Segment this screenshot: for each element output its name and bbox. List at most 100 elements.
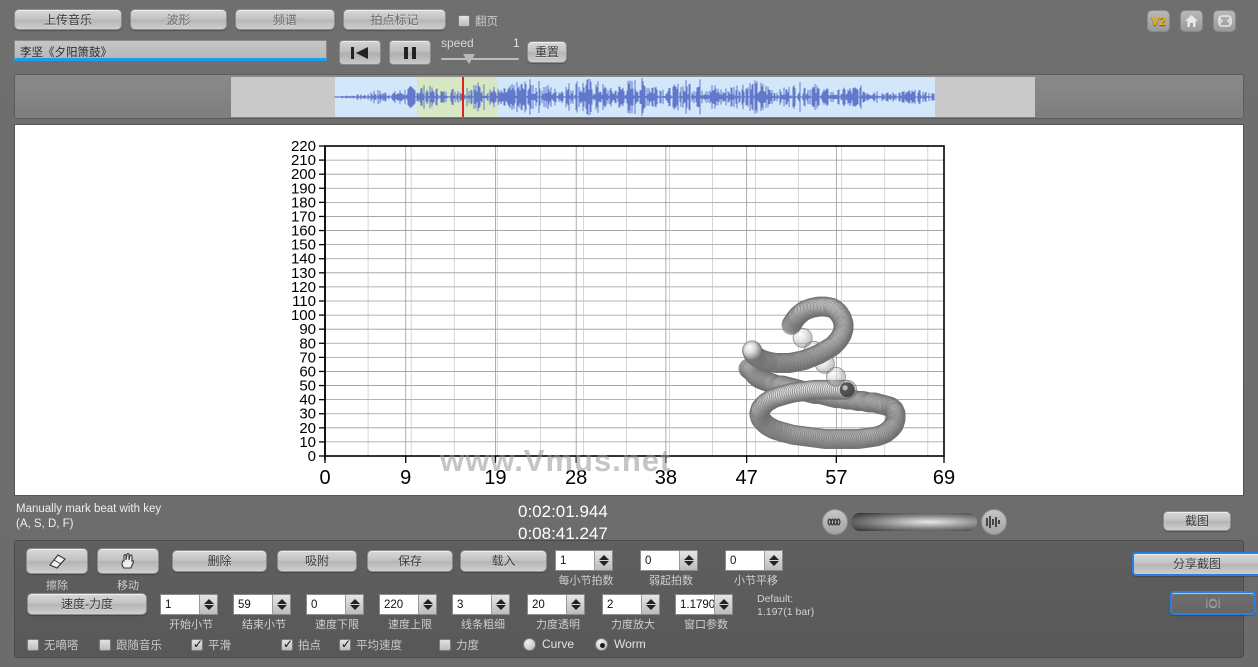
playhead-cursor[interactable] bbox=[462, 77, 464, 117]
svg-text:57: 57 bbox=[825, 467, 847, 489]
curve-radio[interactable]: Curve bbox=[523, 637, 574, 651]
checkbox-box[interactable] bbox=[191, 639, 203, 651]
rewind-button[interactable] bbox=[339, 40, 381, 65]
screen-icon bbox=[1217, 14, 1233, 28]
spinner-end-bar[interactable]: 59 结束小节 bbox=[233, 594, 295, 632]
spinner-bar-shift[interactable]: 0 小节平移 bbox=[725, 550, 787, 588]
spinner-arrows[interactable] bbox=[566, 595, 584, 614]
options-row: 无嘀嗒 跟随音乐 平滑 拍点 平均速度 力度 bbox=[27, 637, 1227, 655]
version-badge[interactable]: V2 bbox=[1147, 10, 1170, 32]
volume-low-icon[interactable] bbox=[822, 509, 848, 535]
spinner-value[interactable]: 1.1790 bbox=[675, 594, 733, 615]
spinner-window-param[interactable]: 1.1790 窗口参数 bbox=[675, 594, 737, 632]
spectrum-button[interactable]: 频谱 bbox=[235, 9, 335, 30]
radio-dot[interactable] bbox=[595, 638, 608, 651]
spinner-speed-min[interactable]: 0 速度下限 bbox=[306, 594, 368, 632]
beat-points-checkbox[interactable]: 拍点 bbox=[281, 637, 321, 653]
status-hint: Manually mark beat with key (A, S, D, F) bbox=[16, 502, 161, 532]
checkbox-box[interactable] bbox=[439, 639, 451, 651]
svg-text:47: 47 bbox=[736, 467, 758, 489]
reset-button[interactable]: 重置 bbox=[527, 41, 567, 63]
bottom-toolbar: 擦除 移动 删除 吸附 保存 载入 速度-力度 1 每小节拍数 0 弱起拍数 0 bbox=[14, 540, 1244, 658]
spinner-pickup-beats[interactable]: 0 弱起拍数 bbox=[640, 550, 702, 588]
follow-music-checkbox[interactable]: 跟随音乐 bbox=[99, 637, 162, 653]
spinner-arrows[interactable] bbox=[491, 595, 509, 614]
volume-control[interactable] bbox=[822, 509, 1007, 535]
svg-text:28: 28 bbox=[565, 467, 587, 489]
spinner-value[interactable]: 1 bbox=[555, 550, 613, 571]
snap-button[interactable]: 吸附 bbox=[277, 550, 357, 572]
spinner-arrows[interactable] bbox=[714, 595, 732, 614]
svg-text:220: 220 bbox=[291, 138, 316, 155]
spinner-value[interactable]: 59 bbox=[233, 594, 291, 615]
spinner-line-width[interactable]: 3 线条粗细 bbox=[452, 594, 514, 632]
load-button[interactable]: 载入 bbox=[460, 550, 547, 572]
spinner-value[interactable]: 3 bbox=[452, 594, 510, 615]
slider-thumb[interactable] bbox=[463, 54, 475, 64]
spinner-value[interactable]: 0 bbox=[725, 550, 783, 571]
checkbox-box[interactable] bbox=[27, 639, 39, 651]
speed-label: speed bbox=[441, 36, 474, 50]
svg-text:38: 38 bbox=[655, 467, 677, 489]
dynamics-checkbox[interactable]: 力度 bbox=[439, 637, 479, 653]
spinner-value[interactable]: 220 bbox=[379, 594, 437, 615]
page-turn-checkbox[interactable]: 翻页 bbox=[458, 13, 498, 29]
share-screenshot-button[interactable]: 分享截图 bbox=[1132, 552, 1258, 576]
spinner-arrows[interactable] bbox=[594, 551, 612, 570]
erase-tool-button[interactable] bbox=[26, 548, 88, 574]
capture-button[interactable]: 截图 bbox=[1163, 511, 1231, 531]
checkbox-box[interactable] bbox=[99, 639, 111, 651]
spinner-arrows[interactable] bbox=[272, 595, 290, 614]
radio-label: Worm bbox=[614, 637, 646, 651]
spinner-value[interactable]: 0 bbox=[640, 550, 698, 571]
skip-back-icon bbox=[350, 46, 370, 60]
spinner-caption: 每小节拍数 bbox=[555, 572, 617, 588]
delete-button[interactable]: 删除 bbox=[172, 550, 267, 572]
upload-music-button[interactable]: 上传音乐 bbox=[14, 9, 122, 30]
spinner-beats-per-bar[interactable]: 1 每小节拍数 bbox=[555, 550, 617, 588]
worm-plot-panel[interactable]: 0102030405060708090100110120130140150160… bbox=[14, 124, 1244, 496]
checkbox-box[interactable] bbox=[458, 15, 470, 27]
average-speed-checkbox[interactable]: 平均速度 bbox=[339, 637, 402, 653]
spinner-arrows[interactable] bbox=[345, 595, 363, 614]
spinner-value[interactable]: 20 bbox=[527, 594, 585, 615]
waveform-button[interactable]: 波形 bbox=[130, 9, 227, 30]
spinner-arrows[interactable] bbox=[199, 595, 217, 614]
volume-slider-track[interactable] bbox=[850, 512, 978, 532]
current-time: 0:02:01.944 bbox=[518, 501, 608, 523]
smooth-checkbox[interactable]: 平滑 bbox=[191, 637, 231, 653]
spinner-arrows[interactable] bbox=[641, 595, 659, 614]
spinner-arrows[interactable] bbox=[679, 551, 697, 570]
slider-track[interactable] bbox=[441, 58, 519, 60]
svg-text:9: 9 bbox=[400, 467, 411, 489]
checkbox-box[interactable] bbox=[281, 639, 293, 651]
spinner-value[interactable]: 0 bbox=[306, 594, 364, 615]
pause-button[interactable] bbox=[389, 40, 431, 65]
ioi-button[interactable]: IOI bbox=[1170, 591, 1256, 615]
worm-radio[interactable]: Worm bbox=[595, 637, 646, 651]
track-title-input[interactable]: 李坚《夕阳箫鼓》 bbox=[14, 40, 327, 61]
spinner-caption: 弱起拍数 bbox=[640, 572, 702, 588]
spinner-dynamics-scale[interactable]: 2 力度放大 bbox=[602, 594, 664, 632]
radio-dot[interactable] bbox=[523, 638, 536, 651]
spinner-arrows[interactable] bbox=[418, 595, 436, 614]
save-button[interactable]: 保存 bbox=[367, 550, 453, 572]
spinner-value[interactable]: 2 bbox=[602, 594, 660, 615]
spinner-caption: 窗口参数 bbox=[675, 616, 737, 632]
waveform-overview[interactable] bbox=[14, 74, 1244, 119]
spinner-caption: 开始小节 bbox=[160, 616, 222, 632]
beat-marking-button[interactable]: 拍点标记 bbox=[343, 9, 446, 30]
spinner-dynamics-alpha[interactable]: 20 力度透明 bbox=[527, 594, 589, 632]
speed-dynamics-button[interactable]: 速度-力度 bbox=[27, 593, 147, 615]
spinner-start-bar[interactable]: 1 开始小节 bbox=[160, 594, 222, 632]
screen-button[interactable] bbox=[1213, 10, 1236, 32]
spinner-arrows[interactable] bbox=[764, 551, 782, 570]
move-tool-button[interactable] bbox=[97, 548, 159, 574]
spinner-speed-max[interactable]: 220 速度上限 bbox=[379, 594, 441, 632]
spinner-value[interactable]: 1 bbox=[160, 594, 218, 615]
home-button[interactable] bbox=[1180, 10, 1203, 32]
checkbox-box[interactable] bbox=[339, 639, 351, 651]
no-tick-checkbox[interactable]: 无嘀嗒 bbox=[27, 637, 79, 653]
volume-high-icon[interactable] bbox=[981, 509, 1007, 535]
waveform-graphic bbox=[231, 77, 1035, 117]
